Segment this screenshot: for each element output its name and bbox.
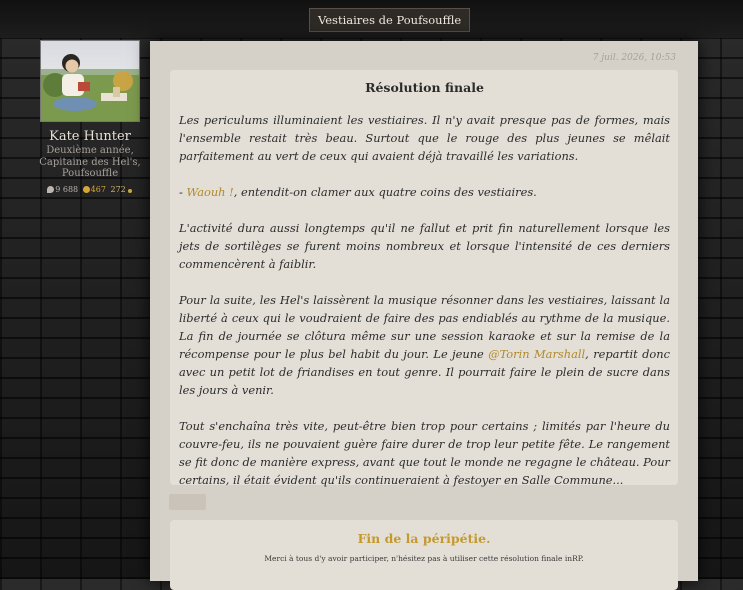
post-card: Résolution finale Les periculums illumin… [170,70,678,487]
message-count-value: 9 688 [55,184,79,194]
post-date: 7 juil. 2026, 10:53 [592,53,676,63]
forum-title-tab[interactable]: Vestiaires de Poufsouffle [309,8,471,32]
avatar[interactable] [40,40,140,122]
conclusion-card: Fin de la péripétie. Merci à tous d'y av… [170,520,678,590]
post-title: Résolution finale [365,80,484,95]
user-mention-link[interactable]: @Torin Marshall [488,347,585,361]
star-icon [127,188,132,193]
points-count: 272 [111,185,133,194]
author-role-line: Capitaine des Hel's, [39,156,141,168]
post-paragraph: Tout s'enchaîna très vite, peut-être bie… [179,419,670,487]
post-action-button[interactable] [169,494,206,510]
points-count-value: 272 [110,184,126,194]
quote-text: Waouh ! [186,185,234,199]
coin-count-value: 467 [90,184,106,194]
conclusion-text: Merci à tous d'y avoir participer, n'hés… [264,554,584,563]
post-paragraph: Les periculums illuminaient les vestiair… [179,113,670,163]
avatar-illustration [41,41,139,121]
post-paragraph-quote: - Waouh !, entendit-on clamer aux quatre… [179,183,670,201]
author-name[interactable]: Kate Hunter [36,129,144,144]
author-role-line: Deuxième année, [46,145,134,156]
post-panel: 7 juil. 2026, 10:53 Résolution finale Le… [150,41,698,590]
coin-icon [82,185,90,193]
quote-rest-text: , entendit-on clamer aux quatre coins de… [233,185,537,199]
author-sidebar: Kate Hunter Deuxième année, Capitaine de… [36,40,144,194]
speech-bubble-icon [47,185,55,193]
author-role-line: Poufsouffle [61,168,119,179]
post-paragraph: L'activité dura aussi longtemps qu'il ne… [179,221,670,271]
conclusion-title: Fin de la péripétie. [357,531,491,546]
message-count: 9 688 [47,185,78,194]
coin-count: 467 [82,184,106,194]
author-stats: 9 688 467 272 [36,185,144,194]
author-role: Deuxième année, Capitaine des Hel's, Pou… [36,145,144,180]
post-paragraph-mention: Pour la suite, les Hel's laissèrent la m… [179,291,670,399]
